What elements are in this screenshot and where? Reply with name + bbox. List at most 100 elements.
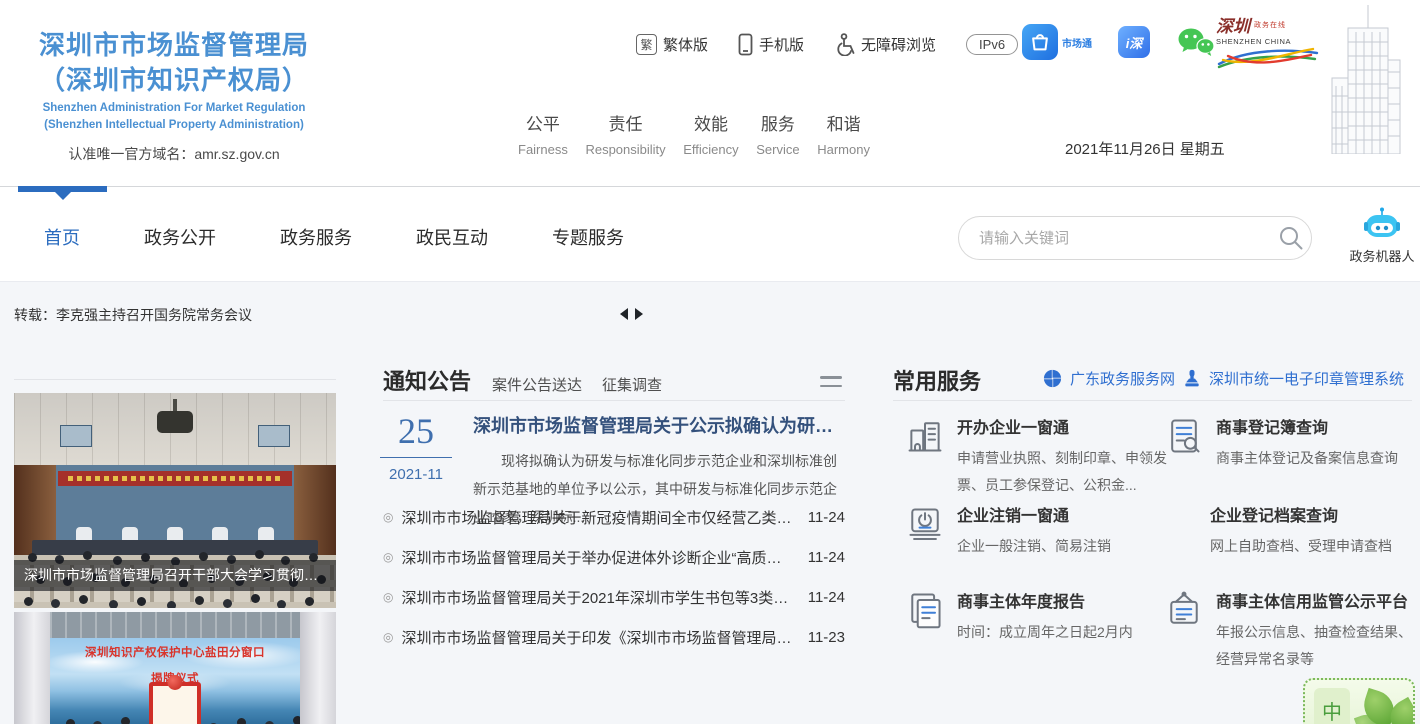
photo-ribbon-bow [168,675,183,690]
bullet-icon: ◎ [383,630,393,644]
photo-pillar-right [300,612,336,724]
ticker-next-icon[interactable] [635,308,643,320]
carousel-slide-unveiling[interactable]: 深圳知识产权保护中心盐田分窗口 揭牌仪式 [14,612,336,724]
mobile-version-link[interactable]: 手机版 [738,33,804,56]
nav-item-gov-services[interactable]: 政务服务 [280,224,352,250]
service-registry-search[interactable]: 商事登记簿查询 商事主体登记及备案信息查询 [1164,414,1414,472]
notices-divider [383,400,845,401]
floating-green-widget[interactable]: 中 [1303,678,1415,724]
accessibility-link[interactable]: 无障碍浏览 [834,33,936,56]
featured-notice-title[interactable]: 深圳市市场监督管理局关于公示拟确认为研发与标... [473,412,845,438]
stamp-icon [1182,369,1202,389]
site-subtitle-en1: Shenzhen Administration For Market Regul… [28,101,320,115]
services-divider [893,400,1412,401]
services-section-title: 常用服务 [893,364,981,396]
value-efficiency: 效能 Efficiency [683,110,738,157]
i-shenzhen-app-icon[interactable]: i深 [1118,26,1150,58]
nav-item-interaction[interactable]: 政民互动 [416,224,488,250]
robot-label: 政务机器人 [1346,246,1418,265]
building-icon [905,416,945,461]
photo-pillar-left [14,612,50,724]
nav-item-special-services[interactable]: 专题服务 [552,224,624,250]
guangdong-gov-service-link[interactable]: 广东政务服务网 [1042,368,1175,389]
nav-item-home[interactable]: 首页 [44,224,80,250]
notice-list-item[interactable]: ◎ 深圳市市场监督管理局关于新冠疫情期间全市仅经营乙类非... 11-24 [383,497,845,537]
market-app-link[interactable]: 市场通 [1022,24,1092,60]
rainbow-swoosh-icon [1216,46,1320,70]
value-responsibility: 责任 Responsibility [585,110,665,157]
service-credit-platform[interactable]: 商事主体信用监管公示平台 年报公示信息、抽查检查结果、经营异常名录等 [1164,588,1414,673]
official-domain-note: 认准唯一官方域名：amr.sz.gov.cn [28,144,320,164]
wechat-icon[interactable] [1176,26,1216,58]
main-nav: 首页 政务公开 政务服务 政民互动 专题服务 [0,186,1420,282]
mobile-version-label: 手机版 [759,34,804,55]
active-tab-indicator [18,186,107,192]
nav-item-gov-disclosure[interactable]: 政务公开 [144,224,216,250]
robot-icon [1364,207,1400,239]
site-logo[interactable]: 深圳市市场监督管理局 （深圳市知识产权局） Shenzhen Administr… [28,28,320,164]
featured-month: 2021-11 [380,466,452,483]
notices-more-icon[interactable] [820,376,842,393]
notices-section-title: 通知公告 [383,364,471,396]
service-registration-archives[interactable]: 企业登记档案查询 网上自助查档、受理申请查档 [1164,502,1414,560]
photo-head-table [32,540,318,555]
carousel-slide-meeting[interactable]: 深圳市市场监督管理局召开干部大会学习贯彻党的十... [14,393,336,608]
document-search-icon [1164,416,1204,461]
widget-glyph: 中 [1314,688,1350,724]
notice-list-item[interactable]: ◎ 深圳市市场监督管理局关于2021年深圳市学生书包等3类产... 11-24 [383,577,845,617]
value-fairness: 公平 Fairness [518,110,568,157]
power-box-icon [905,504,945,549]
notice-list-item[interactable]: ◎ 深圳市市场监督管理局关于印发《深圳市市场监督管理局商... 11-23 [383,617,845,657]
bullet-icon: ◎ [383,590,393,604]
eseal-system-link[interactable]: 深圳市统一电子印章管理系统 [1182,368,1404,389]
value-harmony: 和谐 Harmony [817,110,870,157]
site-title-line1: 深圳市市场监督管理局 [28,28,320,63]
featured-date-block: 25 2021-11 [380,412,452,483]
photo-projector [157,411,193,433]
mobile-phone-icon [738,33,753,56]
news-ticker[interactable]: 转载：李克强主持召开国务院常务会议 [14,305,252,325]
value-service: 服务 Service [756,110,799,157]
notice-list: ◎ 深圳市市场监督管理局关于新冠疫情期间全市仅经营乙类非... 11-24 ◎ … [383,497,845,657]
core-values: 公平 Fairness 责任 Responsibility 效能 Efficie… [518,110,870,157]
shenzhen-china-logo-cn: 深圳 [1216,18,1250,36]
gov-robot-widget[interactable]: 政务机器人 [1346,207,1418,265]
site-header: 深圳市市场监督管理局 （深圳市知识产权局） Shenzhen Administr… [0,0,1420,186]
bullet-icon: ◎ [383,550,393,564]
market-app-icon [1022,24,1058,60]
service-business-cancellation[interactable]: 企业注销一窗通 企业一般注销、简易注销 [905,502,1195,560]
service-annual-report[interactable]: 商事主体年度报告 时间：成立周年之日起2月内 [905,588,1195,646]
banner-text-line1: 深圳知识产权保护中心盐田分窗口 [14,644,336,660]
traditional-version-link[interactable]: 繁 繁体版 [636,34,708,55]
wheelchair-icon [834,33,855,56]
shenzhen-china-logo[interactable]: 深圳 政务在线 SHENZHEN CHINA [1216,18,1324,75]
current-date: 2021年11月26日 星期五 [1065,138,1225,159]
slide-caption: 深圳市市场监督管理局召开干部大会学习贯彻党的十... [14,560,336,591]
accessibility-label: 无障碍浏览 [861,34,936,55]
traditional-chinese-icon: 繁 [636,34,657,55]
content-area: 转载：李克强主持召开国务院常务会议 [0,282,1420,724]
bullet-icon: ◎ [383,510,393,524]
header-quick-links: 繁 繁体版 手机版 无障碍浏览 IPv6 [636,30,1018,58]
tab-surveys[interactable]: 征集调查 [602,374,662,395]
search-button[interactable] [1271,217,1311,259]
report-pages-icon [905,590,945,635]
building-sketch [1314,0,1418,154]
service-open-business[interactable]: 开办企业一窗通 申请营业执照、刻制印章、申领发票、员工参保登记、公积金... [905,414,1195,499]
left-column-divider [14,379,336,380]
search-box [958,216,1312,260]
tab-case-announcements[interactable]: 案件公告送达 [492,374,582,395]
header-app-icons: 市场通 i深 [1022,24,1216,60]
hanging-board-icon [1164,590,1204,635]
ticker-controls [620,308,643,320]
pinwheel-icon [1042,368,1063,389]
page: 深圳市市场监督管理局 （深圳市知识产权局） Shenzhen Administr… [0,0,1420,724]
ipv6-badge[interactable]: IPv6 [966,34,1018,55]
site-subtitle-en2: (Shenzhen Intellectual Property Administ… [28,118,320,132]
search-input[interactable] [959,230,1271,247]
photo-red-banner [58,471,292,486]
site-title-line2: （深圳市知识产权局） [28,63,320,98]
market-app-label: 市场通 [1062,35,1092,50]
notice-list-item[interactable]: ◎ 深圳市市场监督管理局关于举办促进体外诊断企业“高质量... 11-24 [383,537,845,577]
ticker-prev-icon[interactable] [620,308,628,320]
